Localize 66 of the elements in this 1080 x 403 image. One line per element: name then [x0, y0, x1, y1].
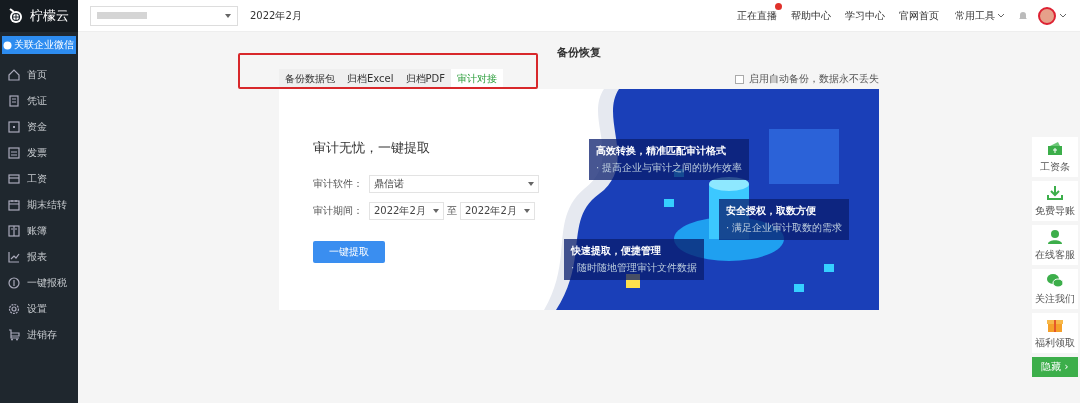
nav-item[interactable]: 资金: [0, 114, 78, 140]
person-icon: [1046, 228, 1064, 245]
caret-icon: [524, 209, 530, 213]
bell-icon[interactable]: [1018, 10, 1028, 21]
receipt-icon: [8, 147, 20, 159]
form-heading: 审计无忧，一键提取: [313, 139, 431, 157]
nav-item[interactable]: 首页: [0, 62, 78, 88]
square-icon: [8, 121, 20, 133]
side-tool-button[interactable]: 在线客服: [1032, 225, 1078, 265]
card-icon: [8, 173, 20, 185]
feature-title: 快速提取，便捷管理: [571, 244, 662, 258]
select-field[interactable]: 2022年2月: [369, 202, 444, 220]
nav-item[interactable]: 一键报税: [0, 270, 78, 296]
tab[interactable]: 归档Excel: [341, 69, 400, 89]
nav-item[interactable]: 设置: [0, 296, 78, 322]
settings-icon: [8, 303, 20, 315]
side-tool-button[interactable]: 福利领取: [1032, 313, 1078, 353]
range-separator: 至: [447, 204, 457, 218]
nav-item[interactable]: 发票: [0, 140, 78, 166]
select-field[interactable]: 鼎信诺: [369, 175, 539, 193]
top-link[interactable]: 正在直播: [737, 9, 777, 21]
chevron-down-icon: [1060, 13, 1066, 18]
ledger-icon: [8, 225, 20, 237]
page-title: 备份恢复: [556, 45, 602, 60]
nav-item[interactable]: 报表: [0, 244, 78, 270]
period-label: 2022年2月: [250, 8, 302, 23]
caret-icon: [225, 13, 231, 18]
nav-item[interactable]: 工资: [0, 166, 78, 192]
side-tool-button[interactable]: 免费导账: [1032, 181, 1078, 221]
chat-bubbles-icon: [1046, 272, 1064, 289]
feature-title: 高效转换，精准匹配审计格式: [596, 144, 727, 158]
caret-icon: [433, 209, 439, 213]
feature-subtitle: · 随时随地管理审计文件数据: [571, 261, 698, 275]
tools-menu[interactable]: 常用工具: [955, 8, 1004, 23]
feature-title: 安全授权，取数方便: [726, 204, 817, 218]
nav-item[interactable]: 账簿: [0, 218, 78, 244]
avatar[interactable]: [1038, 6, 1056, 25]
blurred-text: [97, 12, 147, 19]
lemon-logo-icon: [8, 8, 24, 24]
chevron-down-icon: [998, 13, 1004, 18]
top-link[interactable]: 学习中心: [845, 9, 885, 21]
nav-item[interactable]: 期末结转: [0, 192, 78, 218]
side-tool-button[interactable]: 工资条: [1032, 137, 1078, 177]
company-select[interactable]: [90, 5, 238, 26]
home-icon: [8, 69, 20, 81]
nav-item[interactable]: 进销存: [0, 322, 78, 348]
select-field[interactable]: 2022年2月: [460, 202, 535, 220]
top-link[interactable]: 帮助中心: [791, 9, 831, 21]
caret-icon: [528, 182, 534, 186]
feature-subtitle: · 满足企业审计取数的需求: [726, 221, 843, 235]
wallet-icon: [1046, 140, 1064, 157]
line-chart-icon: [8, 251, 20, 263]
feature-subtitle: · 提高企业与审计之间的协作效率: [596, 161, 743, 175]
nav-item[interactable]: 凭证: [0, 88, 78, 114]
auto-backup-checkbox[interactable]: 启用自动备份，数据永不丢失: [735, 72, 879, 86]
field-label: 审计软件：: [313, 177, 364, 191]
tab[interactable]: 备份数据包: [279, 69, 341, 89]
field-label: 审计期间：: [313, 204, 364, 218]
app-name: 柠檬云: [30, 7, 69, 25]
cart-icon: [8, 329, 20, 341]
download-icon: [1046, 184, 1064, 201]
side-tool-button[interactable]: 关注我们: [1032, 269, 1078, 309]
chat-bubble-icon: [3, 40, 12, 50]
calendar-icon: [8, 199, 20, 211]
top-link[interactable]: 官网首页: [899, 9, 939, 21]
document-icon: [8, 95, 20, 107]
